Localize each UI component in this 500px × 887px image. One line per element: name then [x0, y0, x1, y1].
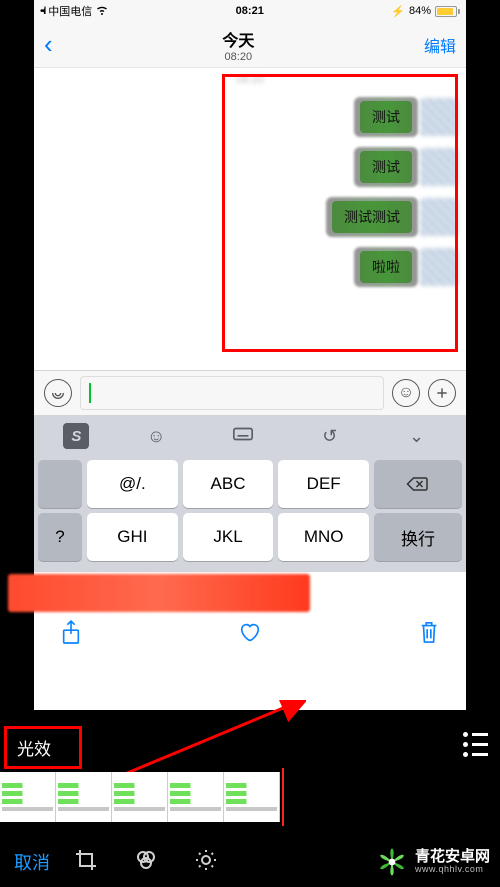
timeline-thumbnails[interactable]	[0, 772, 280, 822]
attach-plus-button[interactable]	[428, 379, 456, 407]
avatar[interactable]	[420, 198, 458, 236]
fx-label[interactable]: 光效	[17, 740, 51, 759]
chat-message-row: 测试	[34, 98, 458, 136]
timeline-frame[interactable]	[112, 772, 168, 822]
timeline-frame[interactable]	[0, 772, 56, 822]
sogou-icon[interactable]: S	[63, 423, 89, 449]
edit-button[interactable]: 编辑	[424, 33, 456, 57]
filters-icon[interactable]	[134, 848, 158, 877]
kbd-undo-icon[interactable]: ↺	[310, 426, 350, 447]
message-input-bar: ☺	[34, 370, 466, 416]
avatar[interactable]	[420, 148, 458, 186]
annotation-red-smear	[40, 574, 460, 612]
key-ghi[interactable]: GHI	[87, 513, 178, 561]
favorite-button[interactable]	[239, 619, 261, 650]
nav-bar: ‹ 今天 08:20 编辑	[34, 22, 466, 68]
logo-icon	[375, 845, 409, 879]
ios-status-bar: ••ıll 中国电信 08:21 ⚡ 84%	[34, 0, 466, 22]
chat-bubble[interactable]: 测试	[360, 101, 412, 133]
battery-pct: 84%	[409, 5, 431, 17]
kbd-keyboard-icon[interactable]	[223, 423, 263, 450]
keyboard: @/. ABC DEF ? GHI JKL MNO 换行	[34, 456, 466, 572]
chat-bubble[interactable]: 测试测试	[332, 201, 412, 233]
kbd-collapse-icon[interactable]: ⌄	[397, 426, 437, 447]
crop-icon[interactable]	[74, 848, 98, 877]
chat-text: 测试	[372, 109, 400, 125]
chat-message-row: 测试测试	[34, 198, 458, 236]
chat-message-row: 测试	[34, 148, 458, 186]
nav-subtitle: 08:20	[222, 51, 254, 63]
signal-icon: ••ıll	[40, 6, 44, 17]
photo-action-bar	[34, 612, 466, 656]
nav-title-text: 今天	[222, 27, 254, 51]
watermark-url: www.qhhlv.com	[415, 865, 490, 875]
text-input[interactable]	[80, 376, 384, 410]
back-button[interactable]: ‹	[44, 29, 53, 60]
timeline-frame[interactable]	[56, 772, 112, 822]
kbd-emoji-icon[interactable]: ☺	[136, 426, 176, 447]
avatar[interactable]	[420, 98, 458, 136]
chat-timestamp: 08:20	[34, 68, 466, 86]
watermark: 青花安卓网 www.qhhlv.com	[371, 843, 494, 881]
status-time: 08:21	[236, 5, 264, 17]
key-enter[interactable]: 换行	[374, 513, 462, 561]
filter-list-icon[interactable]	[463, 732, 488, 757]
editor-canvas: ••ıll 中国电信 08:21 ⚡ 84% ‹ 今天 08:20	[0, 0, 500, 887]
phone-screenshot: ••ıll 中国电信 08:21 ⚡ 84% ‹ 今天 08:20	[34, 0, 466, 710]
wifi-icon	[96, 4, 108, 19]
chat-message-row: 啦啦	[34, 248, 458, 286]
status-right: ⚡ 84%	[391, 5, 460, 18]
voice-input-button[interactable]	[44, 379, 72, 407]
key-def[interactable]: DEF	[278, 460, 369, 508]
timeline-playhead[interactable]	[282, 768, 284, 826]
chat-text: 测试测试	[344, 209, 400, 225]
delete-button[interactable]	[418, 619, 440, 650]
chat-area[interactable]: 08:20 测试 测试 测试测试 啦啦	[34, 68, 466, 370]
battery-icon	[435, 6, 460, 17]
watermark-title: 青花安卓网	[415, 849, 490, 866]
chat-text: 啦啦	[372, 259, 400, 275]
timeline-frame[interactable]	[224, 772, 280, 822]
key-mno[interactable]: MNO	[278, 513, 369, 561]
annotation-red-box-fx: 光效	[4, 726, 82, 769]
adjust-icon[interactable]	[194, 848, 218, 877]
key-question[interactable]: ?	[38, 513, 82, 561]
chat-text: 测试	[372, 159, 400, 175]
emoji-button[interactable]: ☺	[392, 379, 420, 407]
share-button[interactable]	[60, 619, 82, 650]
charging-icon: ⚡	[391, 5, 405, 18]
chat-bubble[interactable]: 啦啦	[360, 251, 412, 283]
key-symbols[interactable]: @/.	[87, 460, 178, 508]
nav-title: 今天 08:20	[222, 27, 254, 63]
avatar[interactable]	[420, 248, 458, 286]
watermark-text: 青花安卓网 www.qhhlv.com	[415, 849, 490, 875]
carrier-label: 中国电信	[48, 3, 92, 19]
key-backspace[interactable]	[374, 460, 462, 508]
text-caret	[89, 383, 91, 403]
timeline-frame[interactable]	[168, 772, 224, 822]
cancel-button[interactable]: 取消	[14, 849, 50, 875]
key-spacer[interactable]	[38, 460, 82, 508]
status-left: ••ıll 中国电信	[40, 3, 108, 19]
key-abc[interactable]: ABC	[183, 460, 274, 508]
keyboard-toolbar: S ☺ ↺ ⌄	[34, 416, 466, 456]
key-jkl[interactable]: JKL	[183, 513, 274, 561]
chat-bubble[interactable]: 测试	[360, 151, 412, 183]
